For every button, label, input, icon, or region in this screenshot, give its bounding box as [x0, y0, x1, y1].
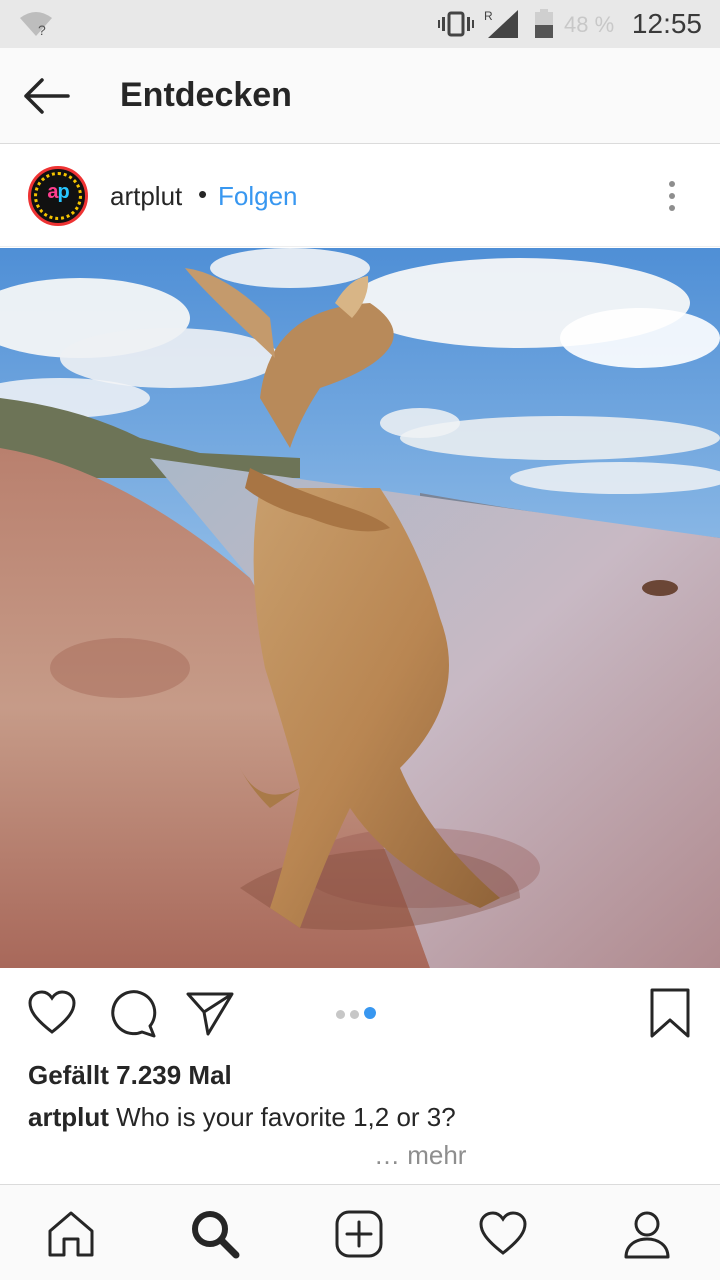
nav-home-button[interactable]	[44, 1207, 98, 1261]
kangaroo-beach-photo	[0, 248, 720, 968]
heart-icon	[479, 1211, 527, 1255]
bookmark-icon	[650, 988, 690, 1038]
search-icon	[192, 1211, 240, 1259]
status-bar: ? R 48 % 12:55	[0, 0, 720, 48]
page-title: Entdecken	[120, 76, 292, 114]
carousel-indicator	[336, 1006, 381, 1019]
home-icon	[48, 1211, 94, 1257]
more-options-button[interactable]	[660, 179, 684, 215]
roaming-badge: R	[484, 9, 493, 23]
save-button[interactable]	[644, 988, 696, 1040]
top-app-bar: Entdecken	[0, 48, 720, 144]
bottom-navigation	[0, 1184, 720, 1280]
vibrate-icon	[438, 11, 474, 37]
post-actions	[0, 968, 720, 1058]
carousel-dot	[336, 1010, 345, 1019]
post-username[interactable]: artplut	[110, 181, 182, 212]
post-caption: artplut Who is your favorite 1,2 or 3?	[28, 1102, 456, 1133]
avatar-logo: ap	[47, 181, 69, 203]
profile-icon	[624, 1211, 670, 1259]
battery-icon	[535, 9, 553, 38]
likes-count[interactable]: Gefällt 7.239 Mal	[28, 1060, 232, 1091]
avatar[interactable]: ap	[28, 166, 88, 226]
heart-icon	[28, 990, 76, 1034]
caption-text: Who is your favorite 1,2 or 3?	[108, 1102, 456, 1132]
nav-add-button[interactable]	[332, 1207, 386, 1261]
nav-profile-button[interactable]	[620, 1207, 674, 1261]
carousel-dot-active	[364, 1007, 376, 1019]
arrow-left-icon	[24, 78, 70, 114]
caption-more-link[interactable]: … mehr	[374, 1140, 466, 1171]
svg-text:?: ?	[38, 22, 46, 38]
comment-icon	[111, 990, 157, 1038]
carousel-dot	[350, 1010, 359, 1019]
battery-percent: 48 %	[564, 12, 615, 37]
separator-dot: •	[198, 179, 208, 209]
comment-button[interactable]	[106, 988, 158, 1040]
more-vertical-icon	[660, 181, 684, 211]
add-post-icon	[335, 1210, 383, 1258]
nav-activity-button[interactable]	[476, 1207, 530, 1261]
follow-button[interactable]: Folgen	[218, 181, 298, 212]
clock: 12:55	[631, 8, 702, 39]
caption-username[interactable]: artplut	[28, 1102, 109, 1132]
nav-search-button[interactable]	[188, 1207, 242, 1261]
post-header: ap artplut • Folgen	[0, 145, 720, 247]
like-button[interactable]	[26, 988, 78, 1040]
share-button[interactable]	[184, 988, 236, 1040]
signal-roaming-icon: R	[484, 9, 518, 38]
back-button[interactable]	[18, 72, 78, 120]
wifi-unknown-icon: ?	[20, 12, 52, 38]
paper-plane-icon	[186, 992, 234, 1036]
post-image[interactable]	[0, 248, 720, 968]
